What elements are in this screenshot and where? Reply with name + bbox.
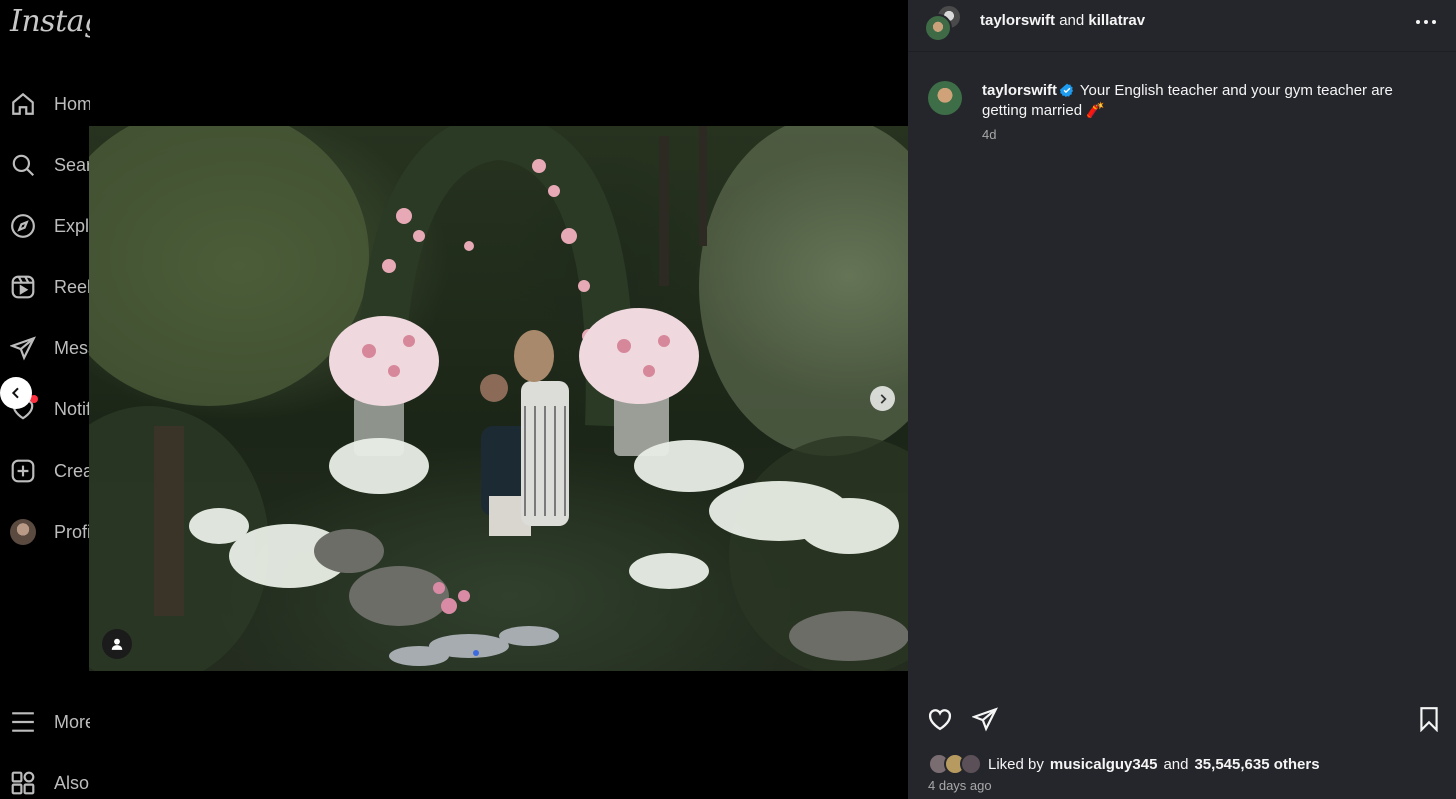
sidebar-item-messages[interactable]: Messages — [10, 333, 90, 363]
send-icon — [970, 706, 998, 731]
avatar[interactable] — [928, 81, 962, 115]
post-caption: taylorswift Your English teacher and you… — [982, 81, 1432, 121]
avatar — [924, 14, 952, 42]
more-options-button[interactable] — [1412, 12, 1440, 32]
chevron-left-icon — [11, 387, 19, 399]
likes-joiner: and — [1163, 755, 1189, 773]
search-icon — [12, 154, 35, 177]
sidebar-item-label: More — [54, 711, 90, 732]
sidebar-item-label: Search — [54, 154, 90, 175]
like-button[interactable] — [925, 705, 955, 735]
sidebar-item-label: Reels — [54, 276, 90, 297]
caption-username[interactable]: taylorswift — [982, 82, 1057, 99]
sidebar-item-label: Create — [54, 460, 90, 481]
sidebar-item-label: Home — [54, 93, 90, 114]
create-icon — [11, 459, 35, 483]
sidebar-item-search[interactable]: Search — [10, 150, 90, 180]
liker-username[interactable]: musicalguy345 — [1050, 756, 1158, 773]
home-icon — [12, 92, 34, 115]
verified-badge-icon — [1060, 83, 1073, 97]
sidebar-item-reels[interactable]: Reels — [10, 272, 90, 302]
avatar — [10, 519, 36, 545]
liker-avatars — [928, 753, 982, 775]
sidebar-item-label: Messages — [54, 337, 90, 358]
post-actions — [908, 705, 1456, 739]
sidebar-item-label: Explore — [54, 215, 90, 236]
collab-avatars[interactable] — [924, 4, 964, 42]
sidebar-item-home[interactable]: Home — [10, 89, 90, 119]
caption-timestamp[interactable]: 4d — [982, 127, 996, 142]
likes-others-count[interactable]: 35,545,635 others — [1194, 756, 1319, 773]
tagged-users-button[interactable] — [102, 629, 132, 659]
sidebar-item-more[interactable]: More — [10, 707, 90, 737]
likes-prefix: Liked by — [988, 755, 1044, 773]
carousel-dot-indicator — [473, 650, 479, 656]
menu-icon — [12, 712, 34, 732]
messages-icon — [10, 336, 36, 361]
carousel-prev-button[interactable] — [0, 377, 32, 409]
collaborator-username[interactable]: killatrav — [1088, 12, 1145, 29]
post-photo — [89, 126, 908, 671]
explore-icon — [11, 214, 35, 238]
save-button[interactable] — [1414, 705, 1444, 735]
sidebar-item-also-from-meta[interactable]: Also from Meta — [10, 768, 90, 798]
author-username[interactable]: taylorswift — [980, 12, 1055, 29]
chevron-right-icon — [880, 393, 887, 404]
post-date[interactable]: 4 days ago — [928, 778, 992, 793]
likes-summary: Liked by musicalguy345 and 35,545,635 ot… — [928, 752, 1320, 776]
carousel-next-button[interactable] — [870, 386, 895, 411]
apps-icon — [11, 771, 35, 795]
avatar — [960, 753, 982, 775]
sidebar-item-explore[interactable]: Explore — [10, 211, 90, 241]
sidebar-item-label: Notifications — [54, 398, 90, 419]
user-icon — [111, 638, 123, 650]
reels-icon — [11, 275, 35, 299]
sidebar-item-profile[interactable]: Profile — [10, 517, 90, 547]
instagram-logo[interactable]: Instagram — [10, 4, 90, 39]
share-button[interactable] — [970, 705, 1000, 735]
authors-joiner: and — [1059, 12, 1085, 29]
post-authors: taylorswift and killatrav — [980, 12, 1145, 29]
bookmark-icon — [1420, 706, 1438, 732]
sidebar-item-label: Also from Meta — [54, 772, 90, 793]
more-horizontal-icon — [1416, 20, 1436, 24]
sidebar-item-label: Profile — [54, 521, 90, 542]
instagram-post-viewer: Instagram Home Search Explore Reels Mess… — [0, 0, 1456, 799]
post-details-panel: taylorswift and killatrav taylorswift Yo… — [908, 0, 1456, 799]
garden-proposal-image — [89, 126, 908, 671]
post-header: taylorswift and killatrav — [908, 0, 1456, 52]
sidebar-item-create[interactable]: Create — [10, 456, 90, 486]
heart-icon — [928, 709, 952, 731]
